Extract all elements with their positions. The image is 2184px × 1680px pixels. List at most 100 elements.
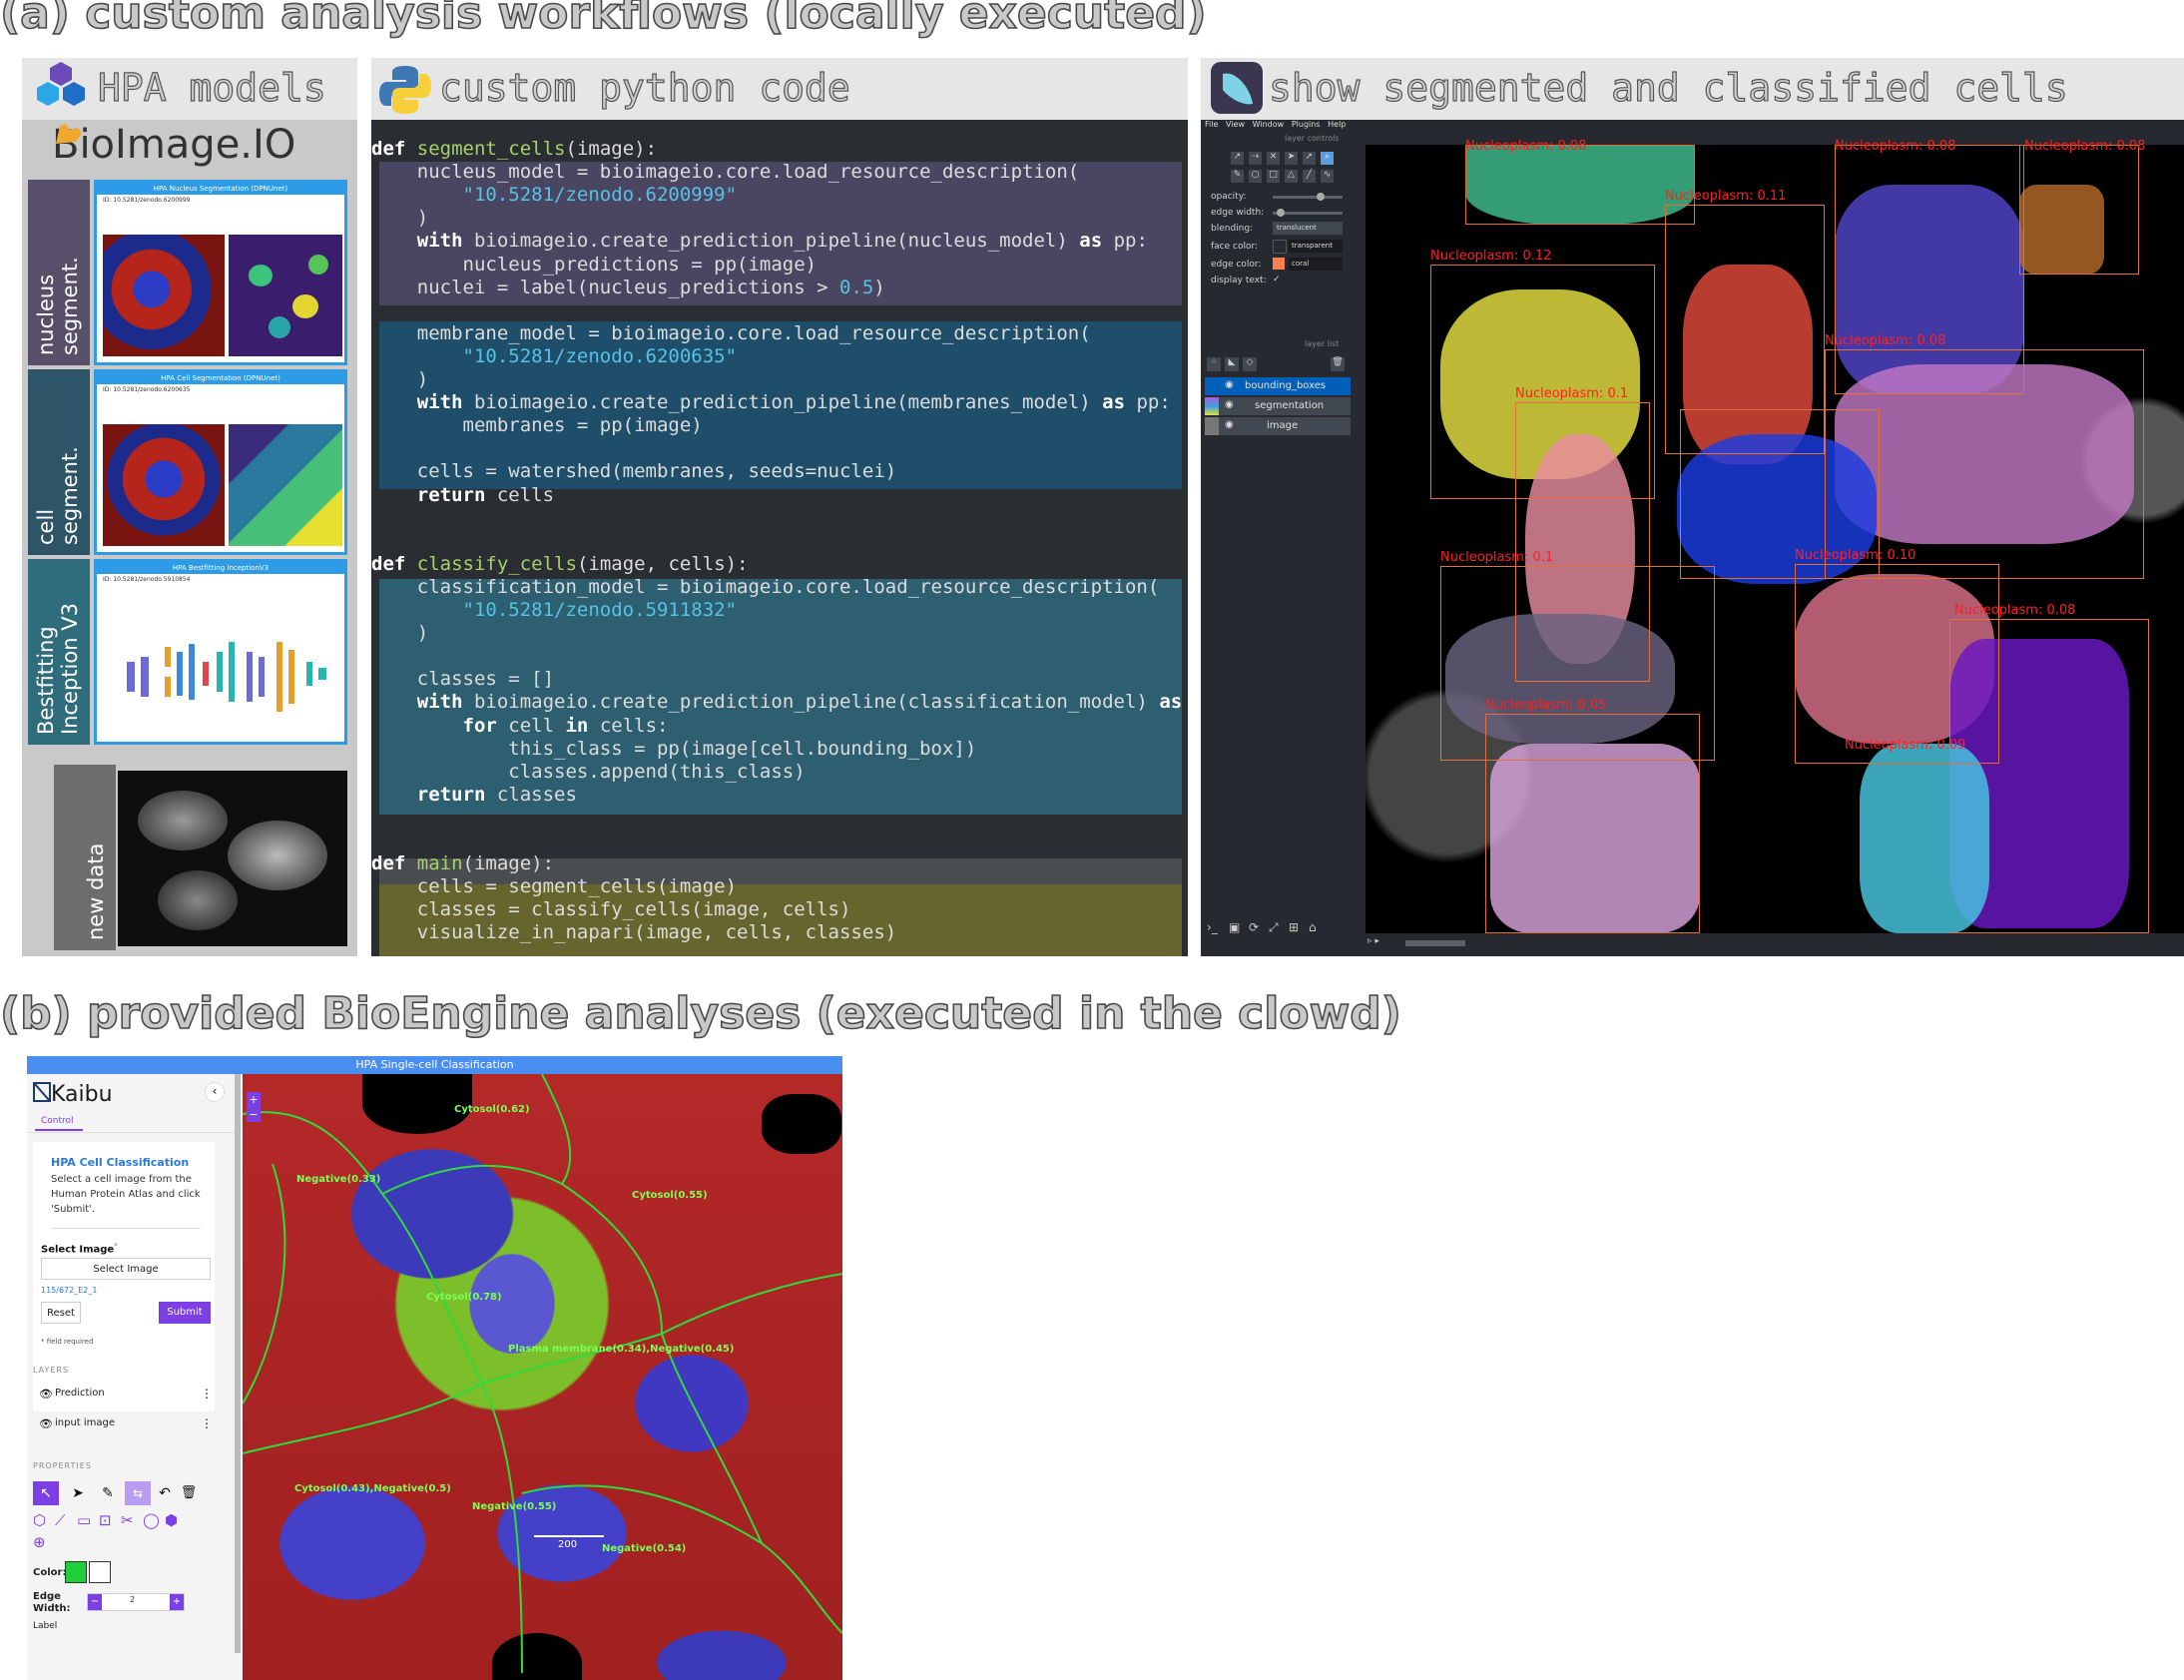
stroke-color-swatch[interactable] <box>65 1561 87 1583</box>
menu-window[interactable]: Window <box>1253 120 1285 129</box>
select-image-button[interactable]: Select Image <box>41 1258 211 1280</box>
zoom-in-button[interactable]: + <box>247 1092 261 1107</box>
modify-icon[interactable]: ⇆ <box>125 1481 151 1505</box>
edge-width-slider[interactable] <box>1273 209 1343 217</box>
viewer-buttons: ›_ ▣ ⟳ ⤢ ⊞ ⌂ <box>1205 920 1351 940</box>
select-icon[interactable]: ➚ <box>1303 152 1316 165</box>
blending-select[interactable]: translucent <box>1273 222 1343 235</box>
add-point-icon[interactable]: ↗ <box>1231 152 1244 165</box>
collapse-sidebar-button[interactable]: ‹ <box>205 1082 225 1102</box>
home-icon[interactable]: ⌂ <box>1309 920 1317 934</box>
undo-icon[interactable]: ↶ <box>155 1481 175 1505</box>
triangle-icon[interactable]: △ <box>1285 170 1298 183</box>
hexagon-icon[interactable]: ⬢ <box>165 1511 178 1529</box>
cut-icon[interactable]: ✂ <box>121 1511 134 1529</box>
edge-width-value[interactable]: 2 <box>130 1595 135 1604</box>
submit-button[interactable]: Submit <box>159 1302 211 1324</box>
delete-layer-icon[interactable]: 🗑 <box>1331 357 1345 371</box>
tab-bestfitting[interactable]: Bestfitting Inception V3 <box>28 559 90 745</box>
ndisplay-icon[interactable]: ▣ <box>1229 920 1240 934</box>
new-shapes-layer-icon[interactable]: ◣ <box>1225 357 1239 371</box>
nucleus-input-image <box>103 235 225 356</box>
console-icon[interactable]: ›_ <box>1207 920 1218 934</box>
increment-button[interactable]: + <box>170 1594 184 1610</box>
class-label: Nucleoplasm: 0.10 <box>1795 548 1916 563</box>
new-labels-layer-icon[interactable]: ◇ <box>1243 357 1257 371</box>
opacity-slider[interactable] <box>1273 193 1343 201</box>
grid-icon[interactable]: ⊞ <box>1289 920 1299 934</box>
layer-item-input-image[interactable]: 👁 input image ⋮ <box>35 1413 215 1437</box>
display-text-checkbox[interactable]: ✓ <box>1273 275 1281 284</box>
card-title: HPA Cell Segmentation (DPNUnet) <box>97 372 344 384</box>
select-direct-icon[interactable]: ➤ <box>1285 152 1298 165</box>
menu-plugins[interactable]: Plugins <box>1292 120 1321 129</box>
eye-icon[interactable]: 👁 <box>39 1388 53 1400</box>
fill-color-swatch[interactable] <box>89 1561 111 1583</box>
napari-canvas[interactable]: Nucleoplasm: 0.08 Nucleoplasm: 0.08 Nucl… <box>1365 139 2184 933</box>
zoom-out-button[interactable]: − <box>247 1107 261 1122</box>
decrement-button[interactable]: − <box>88 1594 102 1610</box>
edge-width-stepper[interactable]: − 2 + <box>87 1593 185 1611</box>
more-vert-icon[interactable]: ⋮ <box>201 1387 213 1400</box>
more-vert-icon[interactable]: ⋮ <box>201 1416 213 1430</box>
layer-row-segmentation[interactable]: ◉ segmentation <box>1205 397 1351 415</box>
transpose-icon[interactable]: ⤢ <box>1269 920 1279 935</box>
box-icon[interactable]: ⊡ <box>99 1511 112 1529</box>
model-card-nucleus[interactable]: HPA Nucleus Segmentation (DPNUnet) ID: 1… <box>94 180 347 365</box>
model-card-bestfitting[interactable]: HPA Bestfitting InceptionV3 ID: 10.5281/… <box>94 559 347 745</box>
layer-row-bounding-boxes[interactable]: ◉ bounding_boxes <box>1205 377 1351 395</box>
code-panel-header: custom python code <box>371 58 1188 120</box>
rectangle-icon[interactable]: □ <box>1267 170 1280 183</box>
tab-control[interactable]: Control <box>35 1116 83 1131</box>
layer-buttons: ⁘ ◣ ◇ 🗑 <box>1205 355 1351 373</box>
tab-cell-segment[interactable]: cell segment. <box>28 369 90 555</box>
zoom-icon[interactable]: ⌕ <box>1321 152 1334 165</box>
line-icon[interactable]: ╱ <box>1303 170 1316 183</box>
delete-icon[interactable]: 🗑 <box>179 1481 199 1505</box>
delete-shape-icon[interactable]: ✕ <box>1267 152 1280 165</box>
tab-new-data[interactable]: new data <box>54 765 116 950</box>
face-color-swatch[interactable] <box>1273 240 1287 254</box>
menu-view[interactable]: View <box>1226 120 1245 129</box>
eye-icon[interactable]: ◉ <box>1225 399 1234 410</box>
select-arrow-icon[interactable]: ↖ <box>33 1481 59 1505</box>
face-color-input[interactable]: transparent <box>1289 240 1343 253</box>
polyline-icon[interactable]: ⟋ <box>55 1511 66 1529</box>
dims-slider-handle[interactable] <box>1405 940 1465 946</box>
sidebar-scrollbar[interactable] <box>235 1074 241 1653</box>
model-card-cell[interactable]: HPA Cell Segmentation (DPNUnet) ID: 10.5… <box>94 369 347 555</box>
eye-icon[interactable]: ◉ <box>1225 379 1234 390</box>
tab-nucleus-segment[interactable]: nucleus segment. <box>28 180 90 365</box>
layer-row-image[interactable]: ◉ image <box>1205 417 1351 435</box>
circle-icon[interactable]: ◯ <box>143 1511 160 1529</box>
layer-item-prediction[interactable]: 👁 Prediction ⋮ <box>35 1384 215 1407</box>
menu-file[interactable]: File <box>1205 120 1218 129</box>
reset-button[interactable]: Reset <box>41 1302 81 1324</box>
play-icon[interactable]: ▹ ▸ <box>1367 936 1379 946</box>
class-label: Nucleoplasm: 0.08 <box>1465 139 1587 154</box>
code-editor[interactable]: def segment_cells(image): nucleus_model … <box>371 120 1188 956</box>
edge-color-input[interactable]: coral <box>1289 258 1343 271</box>
card-description: Select a cell image from the Human Prote… <box>51 1174 201 1215</box>
selected-image-value[interactable]: 115/672_E2_1 <box>41 1286 97 1295</box>
eye-icon[interactable]: 👁 <box>39 1417 53 1430</box>
add-vertex-icon[interactable]: ⇢ <box>1249 152 1262 165</box>
pointer-icon[interactable]: ➤ <box>65 1481 91 1505</box>
code-line: classes.append(this_class) <box>371 760 806 783</box>
rectangle-icon[interactable]: ▭ <box>77 1511 91 1529</box>
new-points-layer-icon[interactable]: ⁘ <box>1207 357 1221 371</box>
pencil-icon[interactable]: ✎ <box>1231 170 1244 183</box>
eye-icon[interactable]: ◉ <box>1225 419 1234 430</box>
roll-icon[interactable]: ⟳ <box>1249 920 1259 934</box>
target-icon[interactable]: ⊕ <box>33 1533 46 1551</box>
polygon-icon[interactable]: ⬡ <box>33 1511 46 1529</box>
code-line: with bioimageio.create_prediction_pipeli… <box>416 230 1148 253</box>
pencil-icon[interactable]: ✎ <box>95 1481 121 1505</box>
menu-help[interactable]: Help <box>1328 120 1346 129</box>
ellipse-icon[interactable]: ○ <box>1249 170 1262 183</box>
path-icon[interactable]: ∿ <box>1321 170 1334 183</box>
cell-image-viewer[interactable]: + − Cytosol(0.62) Negative(0.33) Cytosol… <box>243 1074 842 1680</box>
edge-color-swatch[interactable] <box>1273 258 1285 270</box>
dims-slider[interactable]: ▹ ▸ <box>1365 936 2184 950</box>
select-image-label: Select Image* <box>41 1242 118 1256</box>
